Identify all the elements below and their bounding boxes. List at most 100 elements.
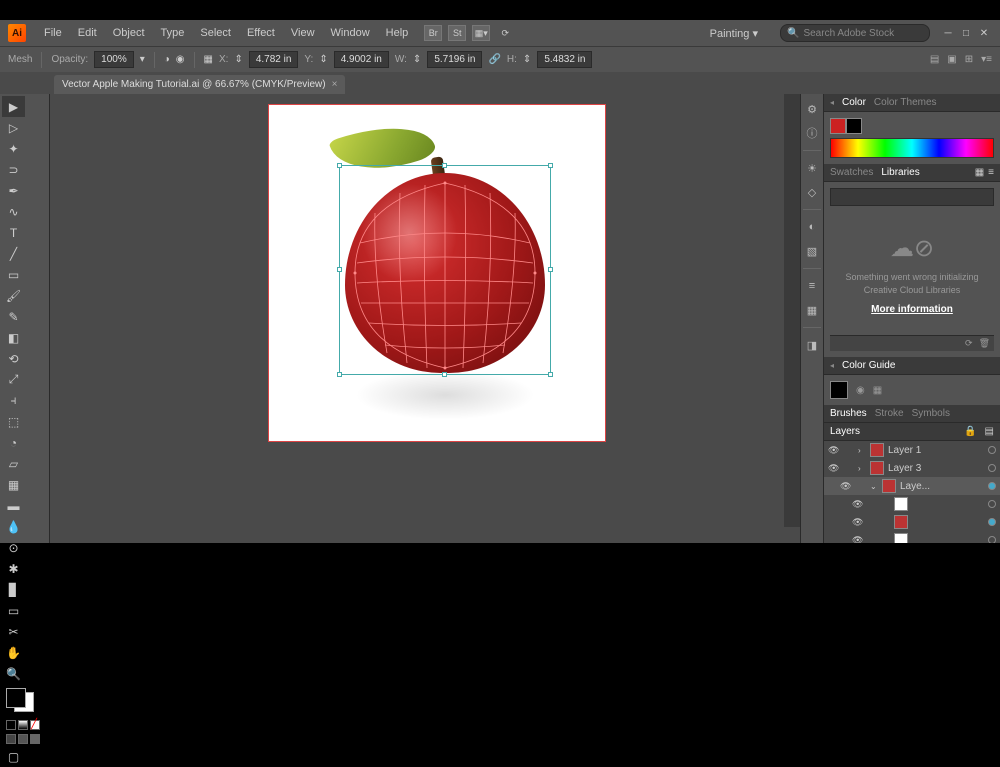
draw-normal-icon[interactable]	[6, 734, 16, 744]
type-tool[interactable]: T	[2, 222, 25, 243]
mesh-tool[interactable]: ▦	[2, 474, 25, 495]
transform-panel-icon[interactable]: ▦	[803, 301, 821, 319]
rectangle-tool[interactable]: ▭	[2, 264, 25, 285]
none-mode-icon[interactable]: ╱	[30, 720, 40, 730]
width-tool[interactable]: ⫞	[2, 390, 25, 411]
gradient-mode-icon[interactable]	[18, 720, 28, 730]
search-input[interactable]: 🔍Search Adobe Stock	[780, 24, 930, 42]
expand-panel-icon[interactable]: ◨	[803, 336, 821, 354]
chevron-down-icon[interactable]: ▾	[140, 54, 145, 65]
panel-menu-icon[interactable]: ▾≡	[981, 54, 992, 65]
slice-tool[interactable]: ✂	[2, 621, 25, 642]
transform-icon[interactable]: ⊞	[965, 54, 973, 65]
y-input[interactable]: 4.9002 in	[334, 51, 389, 68]
workspace-switcher[interactable]: Painting ▾	[698, 25, 770, 42]
eraser-tool[interactable]: ◧	[2, 327, 25, 348]
tab-symbols[interactable]: Symbols	[912, 408, 950, 419]
menu-edit[interactable]: Edit	[70, 27, 105, 39]
blend-tool[interactable]: ⊙	[2, 537, 25, 558]
tab-stroke[interactable]: Stroke	[875, 408, 904, 419]
arrange-icon[interactable]: ▦▾	[472, 25, 490, 41]
vertical-scrollbar[interactable]	[784, 94, 800, 527]
layer-row[interactable]: 👁	[824, 513, 1000, 531]
maximize-icon[interactable]: □	[958, 26, 974, 40]
chevron-right-icon[interactable]: ›	[858, 446, 866, 455]
menu-effect[interactable]: Effect	[239, 27, 283, 39]
appearance-panel-icon[interactable]: ◐	[803, 218, 821, 236]
curvature-tool[interactable]: ∿	[2, 201, 25, 222]
w-input[interactable]: 5.7196 in	[427, 51, 482, 68]
hand-tool[interactable]: ✋	[2, 642, 25, 663]
magic-wand-tool[interactable]: ✦	[2, 138, 25, 159]
color-mode-icon[interactable]	[6, 720, 16, 730]
graphic-styles-icon[interactable]: ▧	[803, 242, 821, 260]
tab-libraries[interactable]: Libraries	[881, 167, 919, 178]
fill-stroke-swatch[interactable]	[2, 684, 47, 718]
chevron-right-icon[interactable]: ›	[858, 464, 866, 473]
properties-panel-icon[interactable]: ⚙	[803, 100, 821, 118]
layer-row[interactable]: 👁 › Layer 1	[824, 441, 1000, 459]
symbol-sprayer-tool[interactable]: ✱	[2, 558, 25, 579]
menu-file[interactable]: File	[36, 27, 70, 39]
opacity-input[interactable]: 100%	[94, 51, 134, 68]
layer-row[interactable]: 👁	[824, 531, 1000, 543]
fill-swatch[interactable]	[830, 118, 846, 134]
gradient-tool[interactable]: ▬	[2, 495, 25, 516]
style-icon[interactable]: ◑	[164, 54, 170, 65]
tab-color-guide[interactable]: Color Guide	[842, 360, 895, 371]
scale-tool[interactable]: ⤢	[2, 369, 25, 390]
sync-icon[interactable]: ⟳	[965, 338, 973, 349]
tab-color[interactable]: Color	[842, 97, 866, 108]
stock-icon[interactable]: St	[448, 25, 466, 41]
stroke-swatch[interactable]	[846, 118, 862, 134]
close-tab-icon[interactable]: ×	[332, 79, 338, 90]
list-view-icon[interactable]: ≡	[988, 167, 994, 178]
link-icon[interactable]: 🔗	[488, 54, 500, 65]
layer-row[interactable]: 👁 ⌄ Laye...	[824, 477, 1000, 495]
trash-icon[interactable]: 🗑	[979, 338, 990, 349]
close-icon[interactable]: ✕	[976, 26, 992, 40]
shape-builder-tool[interactable]: ◔	[2, 432, 25, 453]
line-tool[interactable]: ╱	[2, 243, 25, 264]
artboard-tool[interactable]: ▭	[2, 600, 25, 621]
visibility-icon[interactable]: 👁	[852, 517, 864, 528]
visibility-icon[interactable]: 👁	[828, 463, 840, 474]
draw-inside-icon[interactable]	[30, 734, 40, 744]
base-color-swatch[interactable]	[830, 381, 848, 399]
menu-select[interactable]: Select	[192, 27, 239, 39]
asset-panel-icon[interactable]: ◇	[803, 183, 821, 201]
pen-tool[interactable]: ✒	[2, 180, 25, 201]
info-panel-icon[interactable]: ⓘ	[803, 124, 821, 142]
library-select[interactable]	[830, 188, 994, 206]
panel-menu-icon[interactable]: ▤	[985, 426, 994, 437]
align-panel-icon[interactable]: ≡	[803, 277, 821, 295]
h-input[interactable]: 5.4832 in	[537, 51, 592, 68]
layer-row[interactable]: 👁 › Layer 3	[824, 459, 1000, 477]
free-transform-tool[interactable]: ⬚	[2, 411, 25, 432]
minimize-icon[interactable]: ─	[940, 26, 956, 40]
recolor-icon[interactable]: ◉	[176, 54, 185, 65]
grid-view-icon[interactable]: ▦	[975, 167, 984, 178]
stepper-icon[interactable]: ⇕	[319, 54, 327, 65]
gpu-icon[interactable]: ⟳	[496, 25, 514, 41]
tab-swatches[interactable]: Swatches	[830, 167, 873, 178]
lock-header-icon[interactable]: 🔒	[964, 426, 976, 437]
zoom-tool[interactable]: 🔍	[2, 663, 25, 684]
stepper-icon[interactable]: ⇕	[523, 54, 531, 65]
color-spectrum[interactable]	[830, 138, 994, 158]
screen-mode-icon[interactable]: ▢	[2, 746, 25, 767]
shaper-tool[interactable]: ✎	[2, 306, 25, 327]
stepper-icon[interactable]: ⇕	[413, 54, 421, 65]
variation-icon[interactable]: ▦	[873, 385, 882, 396]
chevron-down-icon[interactable]: ⌄	[870, 482, 878, 491]
layer-row[interactable]: 👁	[824, 495, 1000, 513]
brush-panel-icon[interactable]: ☀	[803, 159, 821, 177]
menu-help[interactable]: Help	[378, 27, 417, 39]
menu-view[interactable]: View	[283, 27, 323, 39]
menu-object[interactable]: Object	[105, 27, 153, 39]
x-input[interactable]: 4.782 in	[249, 51, 299, 68]
perspective-tool[interactable]: ▱	[2, 453, 25, 474]
menu-window[interactable]: Window	[323, 27, 378, 39]
align-icon[interactable]: ▤	[930, 54, 939, 65]
apple-mesh-object[interactable]	[345, 173, 545, 373]
